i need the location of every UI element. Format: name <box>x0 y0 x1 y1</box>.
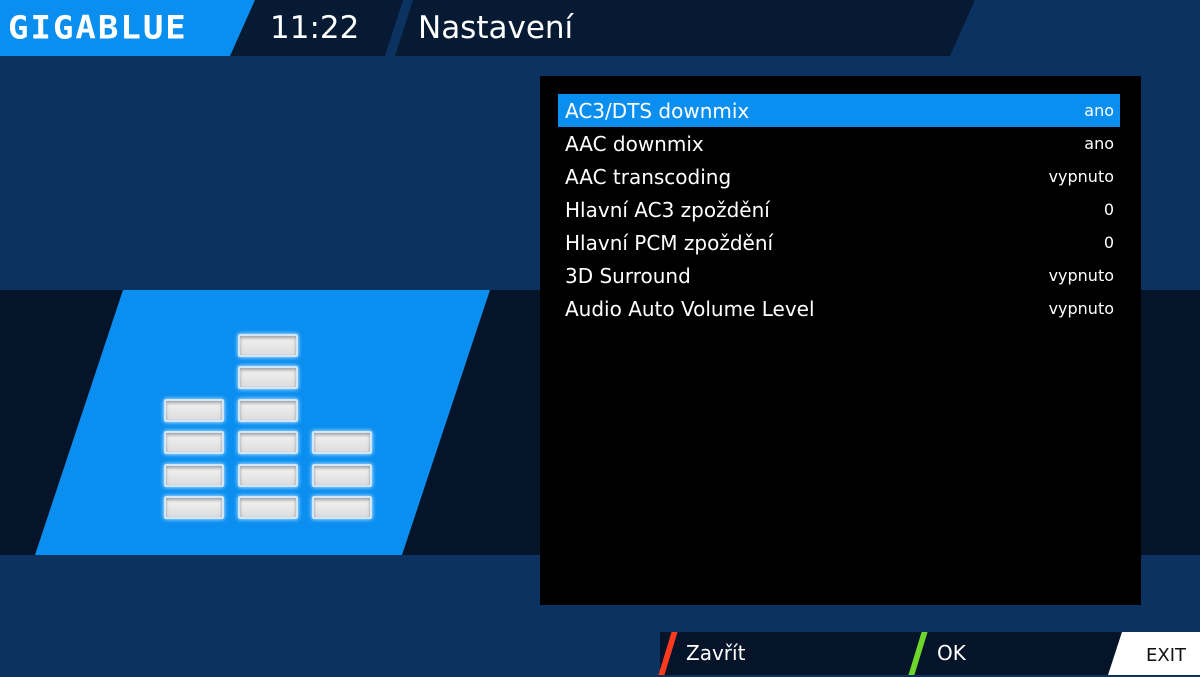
setting-value: vypnuto <box>1048 299 1114 318</box>
setting-value: ano <box>1084 134 1114 153</box>
equalizer-block <box>238 496 298 519</box>
setting-label: Audio Auto Volume Level <box>565 296 815 321</box>
settings-panel: AC3/DTS downmix ano AAC downmix ano AAC … <box>540 76 1141 605</box>
setting-value: 0 <box>1103 233 1114 252</box>
equalizer-block <box>238 431 298 454</box>
equalizer-block <box>238 366 298 389</box>
equalizer-block <box>164 431 224 454</box>
setting-label: AAC transcoding <box>565 164 732 189</box>
setting-value: 0 <box>1103 200 1114 219</box>
setting-value: ano <box>1084 101 1114 120</box>
setting-label: AC3/DTS downmix <box>565 98 750 123</box>
setting-row[interactable]: AAC downmix ano <box>558 127 1120 160</box>
setting-value: vypnuto <box>1048 266 1114 285</box>
equalizer-block <box>312 464 372 487</box>
ok-button[interactable]: OK <box>937 632 966 675</box>
header-bar: GIGABLUE 11:22 Nastavení <box>0 0 1200 56</box>
setting-row[interactable]: Hlavní AC3 zpoždění 0 <box>558 193 1120 226</box>
setting-label: 3D Surround <box>565 263 691 288</box>
equalizer-block <box>164 464 224 487</box>
setting-label: Hlavní PCM zpoždění <box>565 230 774 255</box>
setting-label: Hlavní AC3 zpoždění <box>565 197 770 222</box>
setting-row[interactable]: Hlavní PCM zpoždění 0 <box>558 226 1120 259</box>
exit-button[interactable]: EXIT <box>1146 634 1186 677</box>
equalizer-block <box>312 496 372 519</box>
setting-row[interactable]: AC3/DTS downmix ano <box>558 94 1120 127</box>
gigablue-logo: GIGABLUE <box>8 9 188 47</box>
equalizer-block <box>238 464 298 487</box>
setting-row[interactable]: Audio Auto Volume Level vypnuto <box>558 292 1120 325</box>
clock: 11:22 <box>270 10 360 46</box>
equalizer-block <box>238 334 298 357</box>
equalizer-block <box>164 496 224 519</box>
page-title: Nastavení <box>418 10 574 46</box>
setting-label: AAC downmix <box>565 131 704 156</box>
equalizer-block <box>312 431 372 454</box>
equalizer-block <box>164 399 224 422</box>
close-button[interactable]: Zavřít <box>686 632 745 675</box>
equalizer-block <box>238 399 298 422</box>
setting-row[interactable]: 3D Surround vypnuto <box>558 259 1120 292</box>
setting-row[interactable]: AAC transcoding vypnuto <box>558 160 1120 193</box>
setting-value: vypnuto <box>1048 167 1114 186</box>
